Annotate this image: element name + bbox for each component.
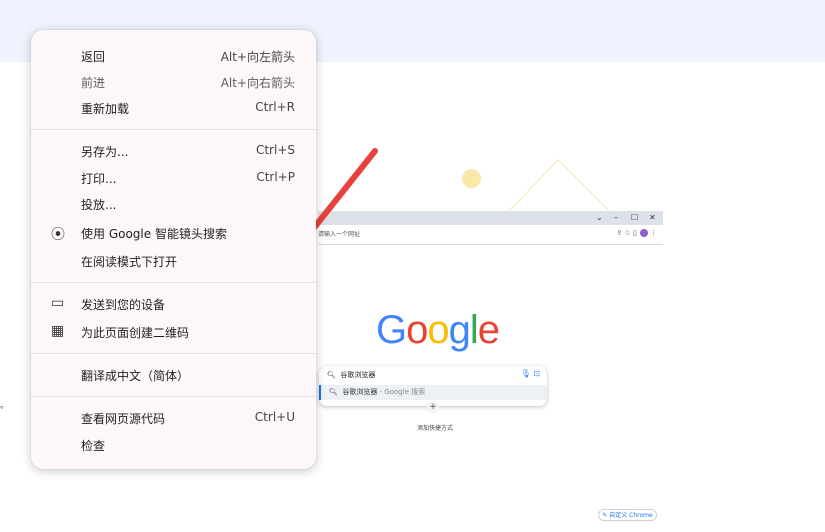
menu-item-view-source[interactable]: 查看网页源代码 Ctrl+U xyxy=(31,406,316,430)
menu-item-save-as[interactable]: 另存为... Ctrl+S xyxy=(31,139,316,163)
menu-item-reading-mode[interactable]: 在阅读模式下打开 xyxy=(31,249,316,273)
qr-code-icon: ▦ xyxy=(51,323,65,339)
menu-item-print[interactable]: 打印... Ctrl+P xyxy=(31,166,316,190)
menu-item-inspect[interactable]: 检查 xyxy=(31,433,316,457)
context-menu: 返回 Alt+向左箭头 前进 Alt+向右箭头 重新加载 Ctrl+R 另存为.… xyxy=(31,30,316,469)
menu-item-qr-code[interactable]: ▦ 为此页面创建二维码 xyxy=(31,320,316,344)
menu-separator xyxy=(31,353,316,354)
menu-item-reload[interactable]: 重新加载 Ctrl+R xyxy=(31,96,316,120)
menu-item-back[interactable]: 返回 Alt+向左箭头 xyxy=(31,44,316,68)
menu-item-send-to-devices[interactable]: ▭ 发送到您的设备 xyxy=(31,292,316,316)
lens-icon: ⦿ xyxy=(51,227,65,243)
menu-separator xyxy=(31,282,316,283)
devices-icon: ▭ xyxy=(51,295,65,311)
menu-separator xyxy=(31,129,316,130)
menu-item-lens-search[interactable]: ⦿ 使用 Google 智能镜头搜索 xyxy=(31,221,316,245)
menu-separator xyxy=(31,396,316,397)
menu-item-forward[interactable]: 前进 Alt+向右箭头 xyxy=(31,70,316,94)
menu-item-translate[interactable]: 翻译成中文（简体） xyxy=(31,363,316,387)
menu-item-cast[interactable]: 投放... xyxy=(31,192,316,216)
